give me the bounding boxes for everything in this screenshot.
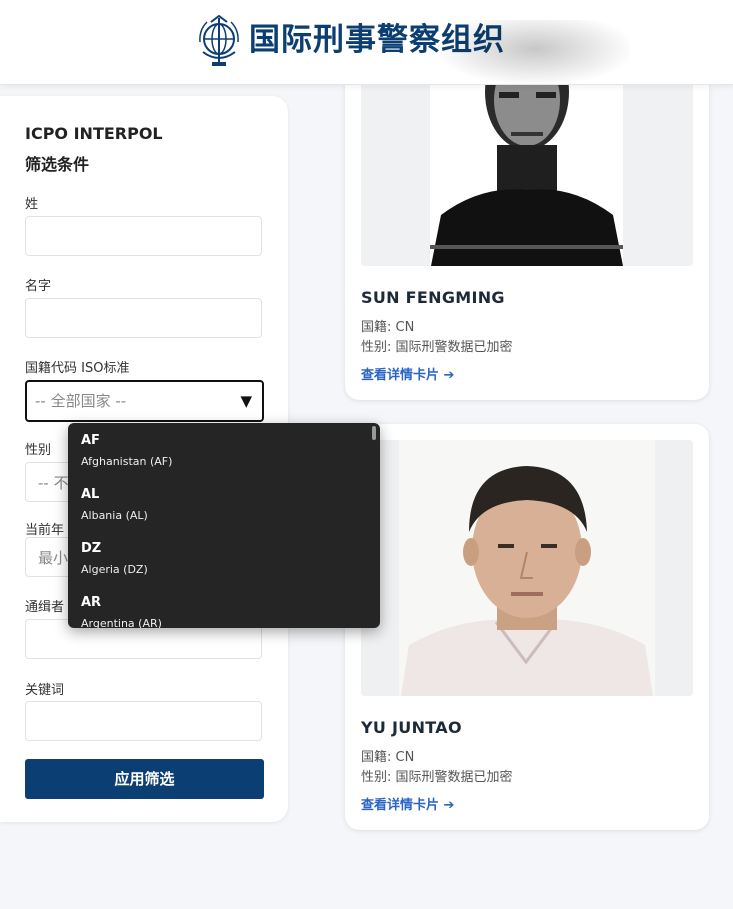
option-code: AF (81, 433, 100, 448)
view-details-link[interactable]: 查看详情卡片 ➔ (361, 794, 454, 813)
dropdown-option-dz[interactable]: DZ Algeria (DZ) (81, 541, 148, 576)
dropdown-scrollbar[interactable] (372, 426, 376, 440)
option-code: DZ (81, 541, 102, 556)
chevron-down-icon: ▼ (240, 392, 252, 410)
issuer-label: 通缉者 (25, 600, 65, 615)
surname-input[interactable] (25, 216, 262, 256)
dropdown-option-al[interactable]: AL Albania (AL) (81, 487, 148, 522)
card-name: SUN FENGMING (361, 288, 505, 307)
nationality-selected-value: -- 全部国家 -- (35, 392, 127, 410)
site-header: 国际刑事警察组织 (0, 0, 733, 85)
dropdown-option-ar[interactable]: AR Argentina (AR) (81, 595, 162, 628)
filter-heading: 筛选条件 (25, 155, 90, 174)
gender-selected-value: -- 不 (38, 474, 69, 492)
keyword-input[interactable] (25, 701, 262, 741)
option-code: AL (81, 487, 100, 502)
nationality-dropdown-list[interactable]: AF Afghanistan (AF) AL Albania (AL) DZ A… (68, 423, 380, 628)
given-name-label: 名字 (25, 279, 52, 294)
dropdown-option-af[interactable]: AF Afghanistan (AF) (81, 433, 172, 468)
notice-card: YU JUNTAO 国籍: CN 性别: 国际刑警数据已加密 查看详情卡片 ➔ (345, 424, 709, 830)
age-min-placeholder: 最小 (38, 549, 69, 567)
mugshot-photo (361, 440, 693, 696)
header-shadow-artifact (440, 20, 630, 84)
card-gender: 性别: 国际刑警数据已加密 (361, 770, 513, 785)
nationality-label: 国籍代码 ISO标准 (25, 361, 130, 376)
card-gender: 性别: 国际刑警数据已加密 (361, 340, 513, 355)
age-label: 当前年 (25, 523, 65, 538)
card-name: YU JUNTAO (361, 718, 462, 737)
option-name: Afghanistan (AF) (81, 455, 173, 468)
nationality-select[interactable]: -- 全部国家 -- ▼ (25, 380, 264, 422)
apply-filters-button[interactable]: 应用筛选 (25, 759, 264, 799)
keyword-label: 关键词 (25, 683, 65, 698)
option-name: Algeria (DZ) (81, 563, 148, 576)
interpol-globe-emblem-icon (199, 14, 239, 66)
gender-label: 性别 (25, 443, 52, 458)
photo-frame (361, 440, 693, 696)
option-code: AR (81, 595, 102, 610)
given-name-input[interactable] (25, 298, 262, 338)
surname-label: 姓 (25, 197, 39, 212)
org-label: ICPO INTERPOL (25, 124, 163, 143)
option-name: Albania (AL) (81, 509, 148, 522)
card-nationality: 国籍: CN (361, 320, 415, 335)
view-details-link[interactable]: 查看详情卡片 ➔ (361, 364, 454, 383)
card-nationality: 国籍: CN (361, 750, 415, 765)
option-name: Argentina (AR) (81, 617, 162, 628)
